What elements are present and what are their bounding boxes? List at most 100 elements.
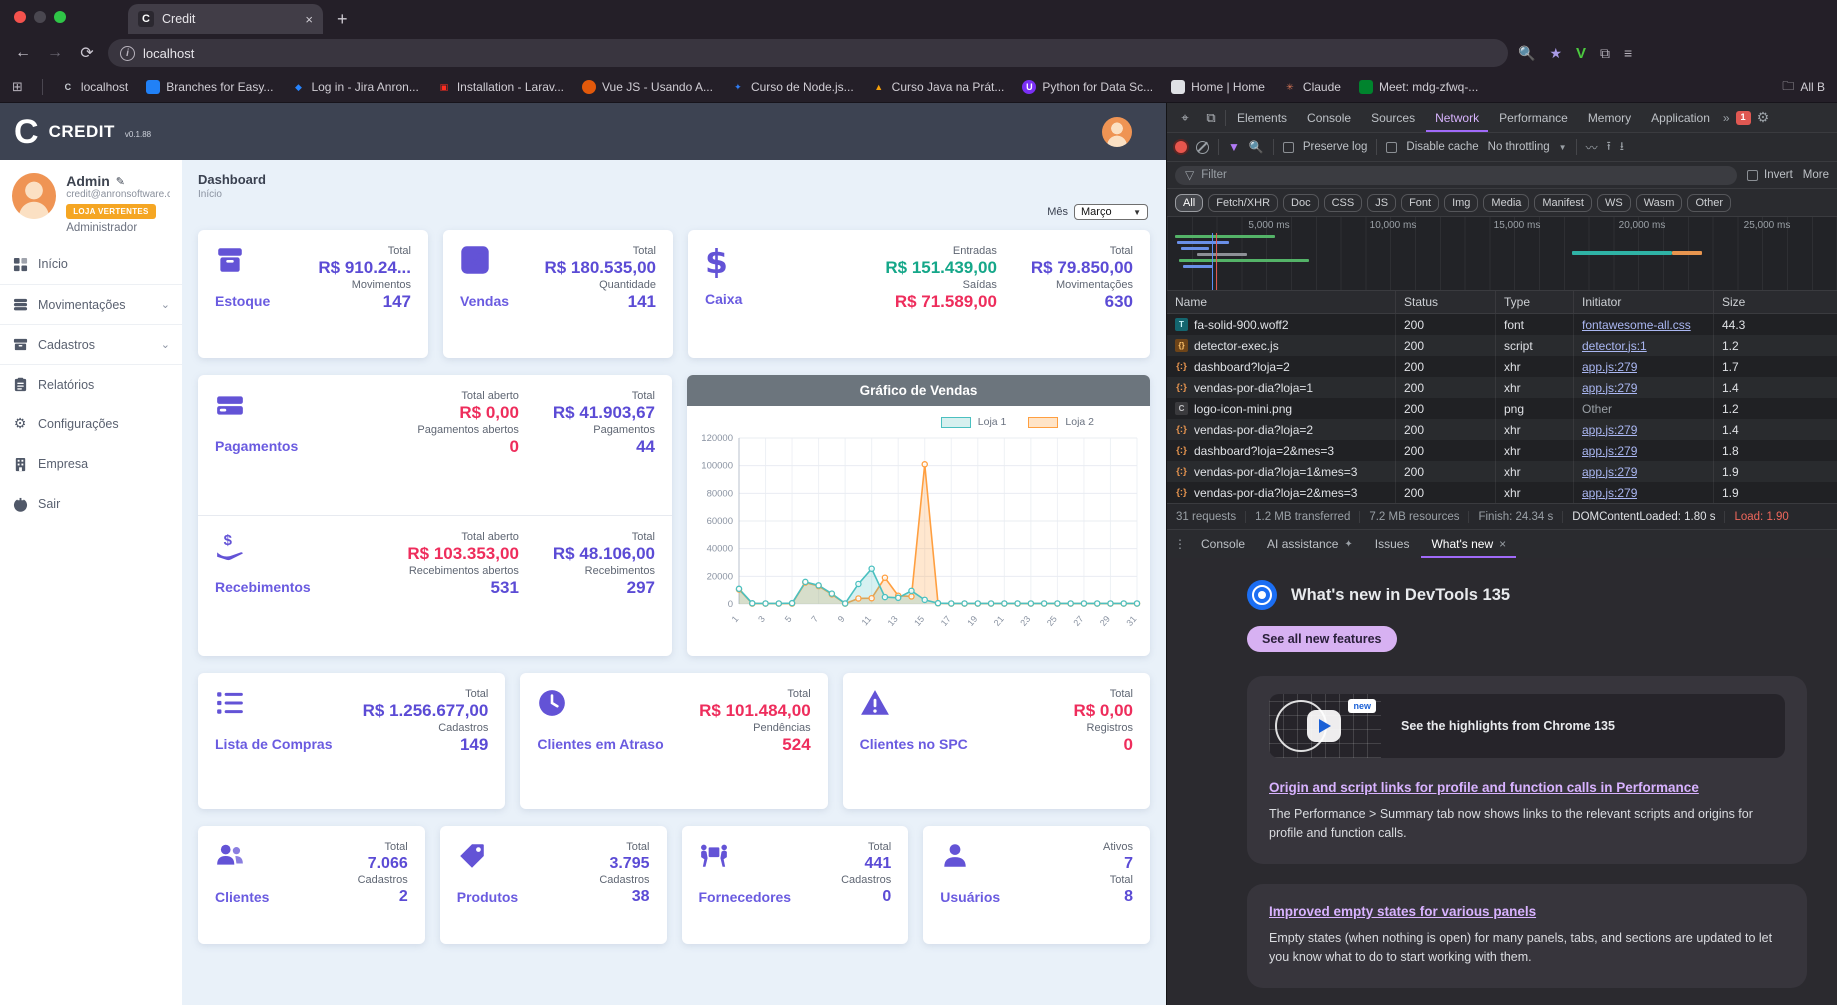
play-icon[interactable] xyxy=(1307,710,1341,742)
app-logo[interactable]: C CREDIT v0.1.88 xyxy=(0,115,182,149)
sidebar-item-inicio[interactable]: Início xyxy=(0,244,182,284)
chip-ws[interactable]: WS xyxy=(1596,193,1631,212)
chip-font[interactable]: Font xyxy=(1401,193,1440,212)
device-toolbar-icon[interactable]: ⧉ xyxy=(1199,110,1223,126)
edit-pencil-icon[interactable]: ✎ xyxy=(116,175,125,188)
issues-count-badge[interactable]: 1 xyxy=(1735,110,1751,125)
network-conditions-icon[interactable]: 〰 xyxy=(1586,139,1598,156)
throttling-select[interactable]: No throttling xyxy=(1488,141,1550,153)
chip-fetch-xhr[interactable]: Fetch/XHR xyxy=(1208,193,1279,212)
month-select[interactable]: Março ▼ xyxy=(1074,204,1148,220)
drawer-tab-console[interactable]: Console xyxy=(1191,530,1255,558)
site-info-icon[interactable]: i xyxy=(120,45,135,61)
settings-gear-icon[interactable]: ⚙ xyxy=(1757,110,1770,126)
feature-link[interactable]: Origin and script links for profile and … xyxy=(1269,780,1785,795)
chip-wasm[interactable]: Wasm xyxy=(1635,193,1683,212)
card-fornecedores[interactable]: Fornecedores Total 441 Cadastros 0 xyxy=(681,826,909,944)
tab-sources[interactable]: Sources xyxy=(1362,104,1424,132)
network-request-row[interactable]: {:} vendas-por-dia?loja=2 200 xhr app.js:… xyxy=(1167,419,1837,440)
new-tab-button[interactable]: + xyxy=(337,9,348,30)
chip-js[interactable]: JS xyxy=(1367,193,1397,212)
column-name[interactable]: Name xyxy=(1167,291,1396,313)
all-bookmarks-button[interactable]: 🗀 All B xyxy=(1782,77,1825,98)
tab-memory[interactable]: Memory xyxy=(1579,104,1640,132)
bookmark-item[interactable]: Meet: mdg-zfwq-... xyxy=(1358,80,1478,94)
filter-input[interactable]: ▽ Filter xyxy=(1175,165,1738,185)
card-vendas[interactable]: Vendas Total R$ 180.535,00 Quantidade 14… xyxy=(443,230,673,358)
reload-icon[interactable]: ⟳ xyxy=(76,43,98,63)
network-request-row[interactable]: {:} vendas-por-dia?loja=1&mes=3 200 xhr a… xyxy=(1167,461,1837,482)
sidebar-item-sair[interactable]: Sair xyxy=(0,484,182,524)
maximize-window-button[interactable] xyxy=(54,11,66,23)
drawer-tab-whats-new[interactable]: What's new × xyxy=(1421,530,1517,558)
close-window-button[interactable] xyxy=(14,11,26,23)
sidebar-item-cadastros[interactable]: Cadastros ⌄ xyxy=(0,324,182,364)
tab-application[interactable]: Application xyxy=(1642,104,1719,132)
search-icon[interactable]: 🔍 xyxy=(1249,140,1264,154)
browser-menu-icon[interactable]: ≡ xyxy=(1624,45,1632,61)
column-status[interactable]: Status xyxy=(1396,291,1496,313)
chip-other[interactable]: Other xyxy=(1687,193,1731,212)
preserve-log-checkbox[interactable] xyxy=(1282,141,1294,153)
invert-checkbox[interactable] xyxy=(1747,169,1759,181)
bookmark-item[interactable]: Home | Home xyxy=(1171,80,1265,94)
more-filters-button[interactable]: More xyxy=(1803,169,1829,181)
column-size[interactable]: Size xyxy=(1714,291,1837,313)
card-recebimentos[interactable]: $ Recebimentos Total aberto R$ 103.353,0… xyxy=(198,515,672,656)
sidebar-item-relatorios[interactable]: Relatórios xyxy=(0,364,182,404)
header-avatar[interactable] xyxy=(1102,116,1132,147)
back-icon[interactable]: ← xyxy=(12,44,34,62)
network-overview-timeline[interactable]: 5,000 ms 10,000 ms 15,000 ms 20,000 ms 2… xyxy=(1167,217,1837,291)
card-usuarios[interactable]: Usuários Ativos 7 Total 8 xyxy=(923,826,1150,944)
import-har-icon[interactable]: ⭱ xyxy=(1607,137,1611,158)
tab-console[interactable]: Console xyxy=(1298,104,1360,132)
network-request-row[interactable]: {:} vendas-por-dia?loja=1 200 xhr app.js:… xyxy=(1167,377,1837,398)
apps-grid-icon[interactable]: ⊞ xyxy=(12,79,24,95)
chip-all[interactable]: All xyxy=(1175,193,1204,212)
card-caixa[interactable]: $ Caixa Entradas R$ 151.439,00 Saídas R$… xyxy=(688,230,1150,358)
drawer-tab-issues[interactable]: Issues xyxy=(1365,530,1420,558)
chip-media[interactable]: Media xyxy=(1483,193,1530,212)
sidebar-item-movimentacoes[interactable]: Movimentações ⌄ xyxy=(0,284,182,324)
record-network-log-button[interactable] xyxy=(1175,141,1187,153)
chip-img[interactable]: Img xyxy=(1444,193,1479,212)
forward-icon[interactable]: → xyxy=(44,44,66,62)
network-request-row[interactable]: {} detector-exec.js 200 script detector.j… xyxy=(1167,335,1837,356)
chip-manifest[interactable]: Manifest xyxy=(1534,193,1592,212)
extension-v-icon[interactable]: V xyxy=(1576,45,1586,62)
card-lista-compras[interactable]: Lista de Compras Total R$ 1.256.677,00 C… xyxy=(198,673,506,809)
tab-performance[interactable]: Performance xyxy=(1490,104,1577,132)
more-tabs-icon[interactable]: » xyxy=(1723,111,1730,125)
bookmark-item[interactable]: ◆ Log in - Jira Anron... xyxy=(291,80,419,94)
card-clientes-atraso[interactable]: Clientes em Atraso Total R$ 101.484,00 P… xyxy=(520,673,828,809)
card-pagamentos[interactable]: Pagamentos Total aberto R$ 0,00 Pagament… xyxy=(198,375,672,515)
inspect-element-icon[interactable]: ⌖ xyxy=(1173,110,1197,126)
chip-css[interactable]: CSS xyxy=(1323,193,1363,212)
column-initiator[interactable]: Initiator xyxy=(1574,291,1714,313)
bookmark-item[interactable]: Vue JS - Usando A... xyxy=(582,80,713,94)
bookmark-star-icon[interactable]: ★ xyxy=(1549,45,1562,62)
invert-filter[interactable]: Invert xyxy=(1747,169,1793,181)
feature-link[interactable]: Improved empty states for various panels xyxy=(1269,904,1785,919)
card-produtos[interactable]: Produtos Total 3.795 Cadastros 38 xyxy=(439,826,667,944)
tab-close-icon[interactable]: × xyxy=(305,12,313,27)
card-clientes-spc[interactable]: Clientes no SPC Total R$ 0,00 Registros … xyxy=(842,673,1150,809)
browser-tab[interactable]: C Credit × xyxy=(128,4,323,34)
bookmark-item[interactable]: ▲ Curso Java na Prát... xyxy=(872,80,1004,94)
user-avatar[interactable] xyxy=(12,173,57,219)
minimize-window-button[interactable] xyxy=(34,11,46,23)
legend-loja2[interactable]: Loja 2 xyxy=(1028,416,1094,428)
card-estoque[interactable]: Estoque Total R$ 910.24... Movimentos 14… xyxy=(198,230,428,358)
bookmark-item[interactable]: ✳ Claude xyxy=(1283,80,1341,94)
bookmark-item[interactable]: ▣ Installation - Larav... xyxy=(437,80,564,94)
network-request-row[interactable]: {:} dashboard?loja=2&mes=3 200 xhr app.js… xyxy=(1167,440,1837,461)
sidebar-item-configuracoes[interactable]: ⚙ Configurações xyxy=(0,404,182,444)
extensions-puzzle-icon[interactable]: ⧉ xyxy=(1600,45,1610,62)
drawer-menu-icon[interactable]: ⋮ xyxy=(1171,537,1189,551)
tab-elements[interactable]: Elements xyxy=(1228,104,1296,132)
video-thumbnail[interactable]: new xyxy=(1269,694,1381,758)
chip-doc[interactable]: Doc xyxy=(1283,193,1319,212)
bookmark-item[interactable]: ✦ Curso de Node.js... xyxy=(731,80,854,94)
network-request-row[interactable]: {:} vendas-por-dia?loja=2&mes=3 200 xhr a… xyxy=(1167,482,1837,503)
network-request-row[interactable]: Clogo-icon-mini.png 200 png Other 1.2 xyxy=(1167,398,1837,419)
